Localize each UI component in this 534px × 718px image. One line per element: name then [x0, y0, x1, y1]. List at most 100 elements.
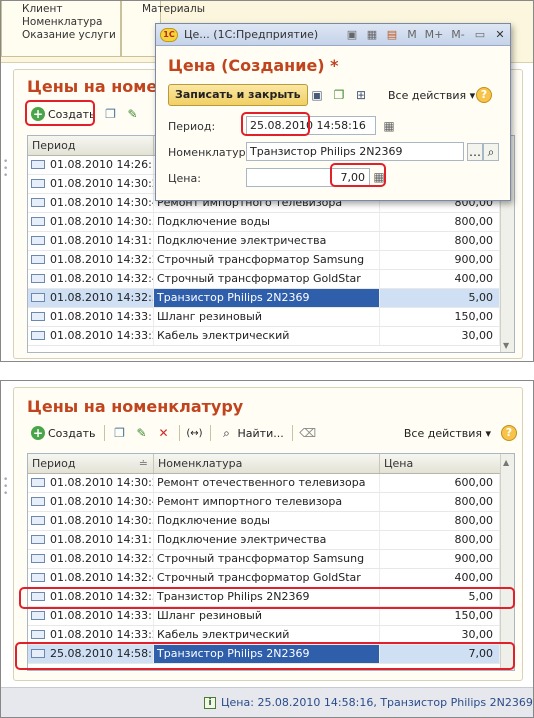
table-row[interactable]: 01.08.2010 14:30:58Подключение воды800,0…	[28, 512, 514, 531]
copy-icon[interactable]: ❐	[103, 106, 119, 122]
price-field[interactable]: 7,00	[246, 168, 370, 187]
all-actions-button[interactable]: Все действия ▾	[400, 423, 495, 443]
search-icon[interactable]: ⌕	[483, 143, 499, 161]
calendar-picker-icon[interactable]: ▦	[381, 118, 397, 134]
delete-icon[interactable]: ✕	[156, 425, 172, 441]
cell-nomenclature: Транзистор Philips 2N2369	[154, 588, 380, 606]
list-toolbar-2: + Создать ❐ ✎ ✕ (↔) ⌕ Найти... ⌫ Все дей…	[27, 422, 517, 444]
swap-icon[interactable]: (↔)	[186, 425, 202, 441]
cell-nomenclature: Кабель электрический	[154, 327, 380, 345]
cancel-search-icon[interactable]: ⌫	[299, 425, 316, 441]
cell-nomenclature: Строчный трансформатор Samsung	[154, 550, 380, 568]
save-icon[interactable]: ▣	[344, 28, 360, 41]
close-icon[interactable]: ✕	[492, 28, 508, 41]
column-header-price[interactable]: Цена	[380, 454, 500, 473]
table-row[interactable]: 01.08.2010 14:30:45Ремонт импортного тел…	[28, 493, 514, 512]
cell-price: 800,00	[380, 232, 500, 250]
edit-icon[interactable]: ✎	[125, 106, 141, 122]
dialog-all-actions-button[interactable]: Все действия ▾	[388, 89, 475, 102]
info-icon: i	[204, 697, 216, 709]
price-label: Цена:	[168, 172, 201, 185]
table-row[interactable]: 01.08.2010 14:32:58Транзистор Philips 2N…	[28, 289, 514, 308]
cell-price: 30,00	[380, 327, 500, 345]
select-more-icon[interactable]: …	[467, 143, 483, 161]
calendar-icon[interactable]: ▤	[384, 28, 400, 41]
minimize-icon[interactable]: ▭	[472, 28, 488, 41]
create-button[interactable]: + Создать	[27, 104, 100, 124]
cell-nomenclature: Кабель электрический	[154, 626, 380, 644]
status-message[interactable]: i Цена: 25.08.2010 14:58:16, Транзистор P…	[204, 696, 533, 709]
scrollbar-2[interactable]: ▲	[500, 454, 514, 670]
table-row[interactable]: 01.08.2010 14:33:25Кабель электрический3…	[28, 626, 514, 645]
cell-period: 01.08.2010 14:33:25	[28, 626, 154, 644]
cell-period: 01.08.2010 14:31:12	[28, 232, 154, 250]
cell-period: 01.08.2010 14:32:58	[28, 588, 154, 606]
table-row[interactable]: 01.08.2010 14:33:11Шланг резиновый150,00	[28, 607, 514, 626]
table-row[interactable]: 01.08.2010 14:32:58Транзистор Philips 2N…	[28, 588, 514, 607]
cell-period: 01.08.2010 14:32:58	[28, 289, 154, 307]
period-text: 25.08.2010 14:58:16	[50, 647, 153, 660]
section-link-service[interactable]: Оказание услуги	[22, 29, 120, 42]
nomenclature-field[interactable]: Транзистор Philips 2N2369	[246, 142, 464, 161]
cell-nomenclature: Подключение воды	[154, 213, 380, 231]
list-title-2: Цены на номенклатуру	[27, 397, 244, 416]
column-header-nomenclature[interactable]: Номенклатура	[154, 454, 380, 473]
cell-price: 150,00	[380, 607, 500, 625]
column-header-period[interactable]: Период ≐	[28, 454, 154, 473]
edit-icon[interactable]: ✎	[134, 425, 150, 441]
cell-price: 800,00	[380, 531, 500, 549]
bottom-screenshot: Цены на номенклатуру + Создать ❐ ✎ ✕ (↔)…	[0, 380, 534, 718]
table-row[interactable]: 01.08.2010 14:31:12Подключение электриче…	[28, 531, 514, 550]
help-icon[interactable]: ?	[501, 425, 517, 441]
create-button-2[interactable]: + Создать	[27, 423, 100, 443]
period-text: 01.08.2010 14:32:58	[50, 291, 153, 304]
cell-period: 01.08.2010 14:30:58	[28, 213, 154, 231]
table-row[interactable]: 01.08.2010 14:32:26Строчный трансформато…	[28, 550, 514, 569]
cell-period: 01.08.2010 14:33:11	[28, 607, 154, 625]
side-dots: • • •	[3, 475, 9, 499]
cell-period: 01.08.2010 14:32:45	[28, 569, 154, 587]
cell-nomenclature: Подключение электричества	[154, 531, 380, 549]
save-and-close-button[interactable]: Записать и закрыть	[168, 84, 308, 106]
table-row[interactable]: 01.08.2010 14:33:25Кабель электрический3…	[28, 327, 514, 346]
save-disk-icon[interactable]: ▣	[309, 87, 325, 103]
scroll-up-icon[interactable]: ▲	[503, 458, 509, 467]
table-row[interactable]: 01.08.2010 14:30:58Подключение воды800,0…	[28, 213, 514, 232]
section-link-client[interactable]: Клиент	[22, 3, 120, 16]
table-row[interactable]: 01.08.2010 14:32:45Строчный трансформато…	[28, 270, 514, 289]
record-icon	[31, 273, 45, 283]
copy-doc-icon[interactable]: ❐	[331, 87, 347, 103]
period-text: 01.08.2010 14:31:12	[50, 234, 153, 247]
calculator-icon[interactable]: ▦	[364, 28, 380, 41]
record-icon	[31, 330, 45, 340]
period-field[interactable]: 25.08.2010 14:58:16	[246, 116, 376, 135]
table-row[interactable]: 01.08.2010 14:31:12Подключение электриче…	[28, 232, 514, 251]
scroll-down-icon[interactable]: ▼	[503, 341, 509, 350]
memory-plus-button[interactable]: M+	[424, 28, 444, 41]
record-icon	[31, 515, 45, 525]
memory-minus-button[interactable]: M-	[448, 28, 468, 41]
copy-icon[interactable]: ❐	[112, 425, 128, 441]
table-row[interactable]: 01.08.2010 14:30:28Ремонт отечественного…	[28, 474, 514, 493]
toolbar-separator	[178, 425, 180, 441]
cell-nomenclature: Подключение электричества	[154, 232, 380, 250]
find-button[interactable]: ⌕ Найти...	[215, 423, 288, 443]
cell-price: 5,00	[380, 588, 500, 606]
post-icon[interactable]: ⊞	[353, 87, 369, 103]
section-link-nomenclature[interactable]: Номенклатура	[22, 16, 120, 29]
table-row[interactable]: 01.08.2010 14:32:26Строчный трансформато…	[28, 251, 514, 270]
table-row[interactable]: 01.08.2010 14:33:11Шланг резиновый150,00	[28, 308, 514, 327]
cell-price: 30,00	[380, 626, 500, 644]
cell-period: 01.08.2010 14:30:58	[28, 512, 154, 530]
resize-grip-icon[interactable]: ⋰	[520, 698, 529, 708]
calculator-field-icon[interactable]: ▦	[371, 169, 387, 185]
help-icon[interactable]: ?	[476, 87, 492, 103]
table-row[interactable]: 25.08.2010 14:58:16Транзистор Philips 2N…	[28, 645, 514, 664]
period-text: 01.08.2010 14:30:28	[50, 177, 153, 190]
cell-period: 01.08.2010 14:30:45	[28, 493, 154, 511]
column-header-period[interactable]: Период	[28, 136, 154, 155]
cell-price: 900,00	[380, 550, 500, 568]
section-link-materials[interactable]: Материалы	[142, 3, 205, 16]
memory-button[interactable]: M	[404, 28, 420, 41]
table-row[interactable]: 01.08.2010 14:32:45Строчный трансформато…	[28, 569, 514, 588]
